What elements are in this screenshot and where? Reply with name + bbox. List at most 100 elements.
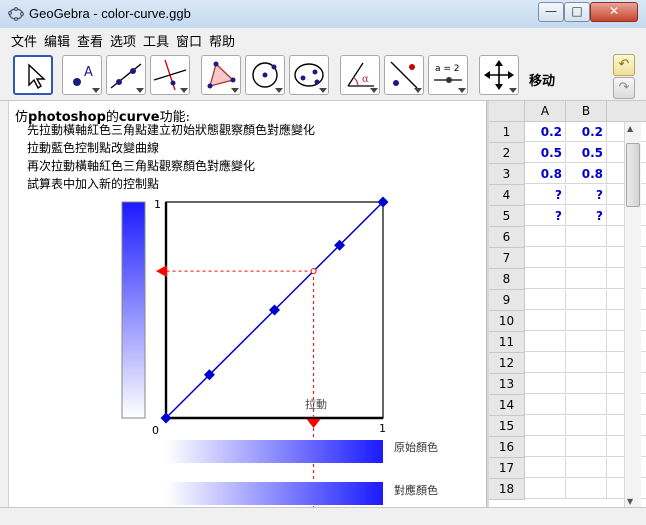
spreadsheet-cell[interactable]: [525, 437, 566, 457]
spreadsheet-cell[interactable]: ?: [566, 206, 607, 226]
redo-button[interactable]: ↷: [613, 77, 635, 99]
spreadsheet-cell[interactable]: [525, 269, 566, 289]
row-header[interactable]: 10: [489, 311, 525, 332]
scroll-down-icon[interactable]: ▼: [627, 497, 633, 506]
row-header[interactable]: 1: [489, 122, 525, 143]
spreadsheet-cell[interactable]: [566, 416, 607, 436]
row-header[interactable]: 16: [489, 437, 525, 458]
spreadsheet-cell[interactable]: [566, 332, 607, 352]
row-header[interactable]: 13: [489, 374, 525, 395]
polygon-tool-button[interactable]: [201, 55, 241, 95]
column-header-c[interactable]: [607, 101, 646, 122]
menu-window[interactable]: 窗口: [176, 31, 202, 50]
spreadsheet-cell[interactable]: [566, 269, 607, 289]
svg-text:α: α: [362, 74, 369, 85]
row-header[interactable]: 12: [489, 353, 525, 374]
x-axis-right-label: 1: [379, 422, 386, 435]
y-axis-top-label: 1: [154, 198, 161, 211]
spreadsheet-cell[interactable]: [525, 479, 566, 499]
row-header[interactable]: 15: [489, 416, 525, 437]
row-header[interactable]: 8: [489, 269, 525, 290]
row-header[interactable]: 9: [489, 290, 525, 311]
spreadsheet-cell[interactable]: [566, 311, 607, 331]
move-icon: [28, 63, 46, 90]
spreadsheet-cell[interactable]: [525, 248, 566, 268]
row-header[interactable]: 14: [489, 395, 525, 416]
line-tool-button[interactable]: [106, 55, 146, 95]
slider-tool-button[interactable]: a = 2: [428, 55, 468, 95]
toolbar: A α a = 2 移动 ↶ ↷: [0, 50, 646, 101]
spreadsheet-cell[interactable]: ?: [525, 185, 566, 205]
spreadsheet-cell[interactable]: [525, 332, 566, 352]
spreadsheet-cell[interactable]: 0.8: [566, 164, 607, 184]
spreadsheet-cell[interactable]: [525, 395, 566, 415]
spreadsheet-cell[interactable]: 0.5: [566, 143, 607, 163]
x-drag-triangle[interactable]: [306, 419, 321, 428]
menu-edit[interactable]: 编辑: [44, 31, 70, 50]
row-header[interactable]: 2: [489, 143, 525, 164]
curve-plot[interactable]: 1 0 1 拉動 原始顏色 對應顏色: [9, 101, 487, 507]
angle-tool-button[interactable]: α: [340, 55, 380, 95]
spreadsheet-cell[interactable]: [566, 227, 607, 247]
close-button[interactable]: ✕: [590, 2, 638, 22]
status-bar: [0, 507, 646, 525]
spreadsheet-cell[interactable]: [566, 458, 607, 478]
spreadsheet-cell[interactable]: [566, 353, 607, 373]
redo-icon: ↷: [618, 80, 630, 95]
spreadsheet-cell[interactable]: 0.8: [525, 164, 566, 184]
row-header[interactable]: 11: [489, 332, 525, 353]
row-header[interactable]: 17: [489, 458, 525, 479]
row-header[interactable]: 3: [489, 164, 525, 185]
spreadsheet-cell[interactable]: [525, 227, 566, 247]
menu-options[interactable]: 选项: [110, 31, 136, 50]
maximize-button[interactable]: □: [564, 2, 590, 22]
corner-header[interactable]: [489, 101, 525, 122]
scroll-up-icon[interactable]: ▲: [627, 124, 633, 133]
reflect-tool-button[interactable]: [384, 55, 424, 95]
column-header-b[interactable]: B: [566, 101, 607, 122]
undo-icon: ↶: [618, 57, 630, 72]
menu-tools[interactable]: 工具: [143, 31, 169, 50]
row-header[interactable]: 4: [489, 185, 525, 206]
spreadsheet-cell[interactable]: [525, 374, 566, 394]
ellipse-tool-button[interactable]: [289, 55, 329, 95]
spreadsheet-cell[interactable]: [566, 395, 607, 415]
spreadsheet-cell[interactable]: [566, 374, 607, 394]
spreadsheet-cell[interactable]: ?: [525, 206, 566, 226]
undo-button[interactable]: ↶: [613, 54, 635, 76]
spreadsheet-cell[interactable]: 0.5: [525, 143, 566, 163]
spreadsheet-cell[interactable]: [525, 353, 566, 373]
row-header[interactable]: 5: [489, 206, 525, 227]
graphics-view[interactable]: 仿photoshop的curve功能: 先拉動橫軸紅色三角點建立初始狀態觀察顏色…: [8, 101, 487, 507]
column-header-a[interactable]: A: [525, 101, 566, 122]
spreadsheet-cell[interactable]: [566, 290, 607, 310]
spreadsheet-cell[interactable]: 0.2: [525, 122, 566, 142]
circle-tool-button[interactable]: [245, 55, 285, 95]
spreadsheet-cell[interactable]: [566, 248, 607, 268]
spreadsheet-cell[interactable]: 0.2: [566, 122, 607, 142]
minimize-button[interactable]: —: [538, 2, 564, 22]
spreadsheet-cell[interactable]: ?: [566, 185, 607, 205]
spreadsheet-cell[interactable]: [566, 479, 607, 499]
spreadsheet-cell[interactable]: [566, 437, 607, 457]
menu-view[interactable]: 查看: [77, 31, 103, 50]
row-header[interactable]: 6: [489, 227, 525, 248]
y-output-triangle: [156, 265, 167, 278]
spreadsheet-cell[interactable]: [525, 416, 566, 436]
spreadsheet-cell[interactable]: [525, 311, 566, 331]
perpendicular-tool-button[interactable]: [150, 55, 190, 95]
curve-intersection-point: [310, 268, 317, 275]
title-bar: GeoGebra - color-curve.ggb — □ ✕: [0, 0, 646, 29]
row-header[interactable]: 7: [489, 248, 525, 269]
point-tool-button[interactable]: A: [62, 55, 102, 95]
menu-bar: 文件 编辑 查看 选项 工具 窗口 帮助: [0, 28, 646, 50]
row-header[interactable]: 18: [489, 479, 525, 500]
menu-help[interactable]: 帮助: [209, 31, 235, 50]
spreadsheet-cell[interactable]: [525, 458, 566, 478]
scrollbar-thumb[interactable]: [626, 143, 640, 207]
move-view-tool-button[interactable]: [479, 55, 519, 95]
spreadsheet-cell[interactable]: [525, 290, 566, 310]
spreadsheet-view[interactable]: A B 1 0.2 0.2 2 0.5 0.5 3 0.8 0.8 4?? 5?? 6 7 8 9 10 11 1…: [489, 101, 646, 507]
move-tool-button[interactable]: [13, 55, 53, 95]
menu-file[interactable]: 文件: [11, 31, 37, 50]
